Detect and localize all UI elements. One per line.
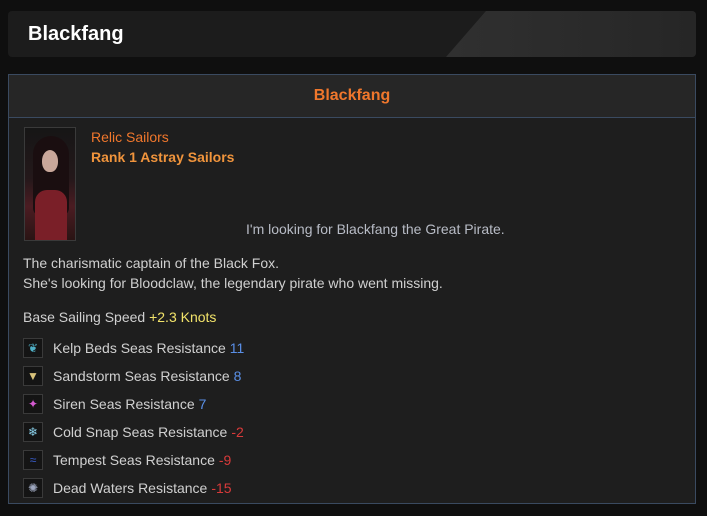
resistance-label: Siren Seas Resistance [53, 396, 195, 412]
resistance-item: ❦ Kelp Beds Seas Resistance 11 [23, 334, 244, 362]
sailor-card: Blackfang Relic Sailors Rank 1 Astray Sa… [8, 74, 696, 504]
resistance-item: ≈ Tempest Seas Resistance -9 [23, 446, 244, 474]
portrait-dress [35, 190, 67, 240]
resistance-label: Tempest Seas Resistance [53, 452, 215, 468]
resistance-list: ❦ Kelp Beds Seas Resistance 11 ▼ Sandstorm S… [23, 334, 244, 502]
description-line: The charismatic captain of the Black Fox… [23, 255, 279, 271]
tempest-icon: ≈ [23, 450, 43, 470]
resistance-item: ✦ Siren Seas Resistance 7 [23, 390, 244, 418]
siren-icon: ✦ [23, 394, 43, 414]
base-sailing-speed: Base Sailing Speed +2.3 Knots [23, 309, 216, 325]
card-header: Blackfang [9, 75, 695, 118]
sailor-type: Relic Sailors [91, 129, 169, 145]
speed-label: Base Sailing Speed [23, 309, 146, 325]
sailor-portrait [24, 127, 76, 241]
resistance-label: Cold Snap Seas Resistance [53, 424, 228, 440]
resistance-label: Sandstorm Seas Resistance [53, 368, 230, 384]
resistance-item: ▼ Sandstorm Seas Resistance 8 [23, 362, 244, 390]
sailor-description: The charismatic captain of the Black Fox… [23, 253, 443, 293]
description-line: She's looking for Bloodclaw, the legenda… [23, 275, 443, 291]
resistance-value: 8 [233, 368, 242, 384]
header-decoration [446, 11, 696, 57]
page-title: Blackfang [28, 23, 124, 45]
card-title: Blackfang [313, 87, 391, 104]
sailor-quote: I'm looking for Blackfang the Great Pira… [246, 221, 505, 237]
resistance-value: 11 [229, 340, 245, 356]
resistance-value: -15 [211, 480, 232, 496]
resistance-label: Kelp Beds Seas Resistance [53, 340, 226, 356]
resistance-value: -9 [218, 452, 232, 468]
resistance-item: ✺ Dead Waters Resistance -15 [23, 474, 244, 502]
window-header: Blackfang [8, 11, 696, 57]
resistance-label: Dead Waters Resistance [53, 480, 208, 496]
sailor-rank: Rank 1 Astray Sailors [91, 149, 235, 165]
resistance-value: -2 [231, 424, 244, 440]
kelp-icon: ❦ [23, 338, 43, 358]
portrait-face [42, 150, 58, 172]
resistance-value: 7 [198, 396, 207, 412]
sandstorm-icon: ▼ [23, 366, 43, 386]
cold-snap-icon: ❄ [23, 422, 43, 442]
speed-value: +2.3 Knots [149, 309, 217, 325]
resistance-item: ❄ Cold Snap Seas Resistance -2 [23, 418, 244, 446]
dead-waters-icon: ✺ [23, 478, 43, 498]
